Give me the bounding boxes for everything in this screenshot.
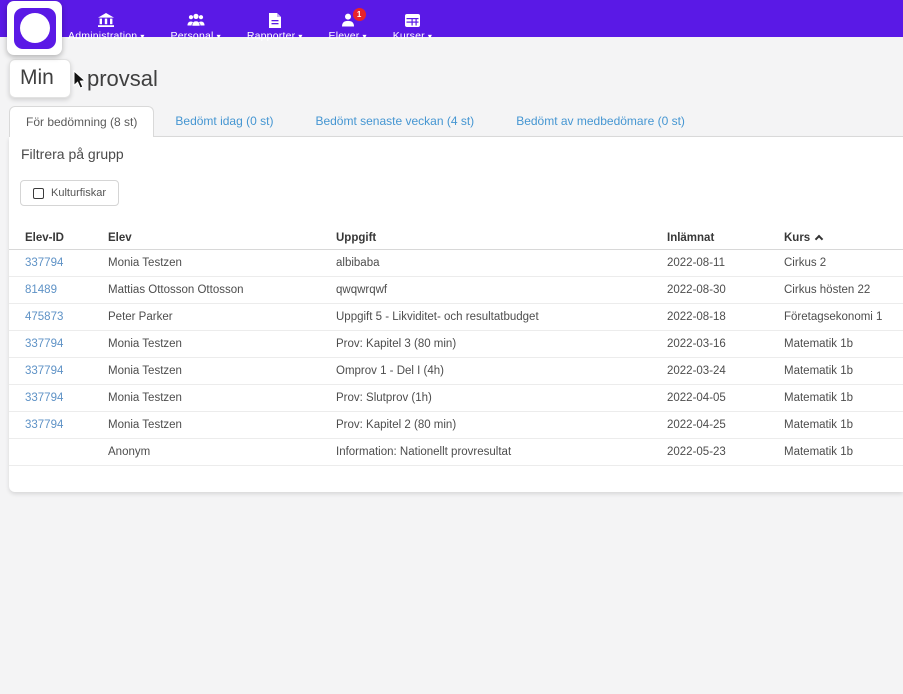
inlamnat-cell: 2022-08-11 xyxy=(667,257,784,269)
elev-id-link[interactable]: 337794 xyxy=(25,419,63,431)
logo-circle-icon xyxy=(20,13,50,43)
menu-item-kurser[interactable]: Kurser▾ xyxy=(383,9,442,46)
col-header-uppgift[interactable]: Uppgift xyxy=(336,232,667,244)
page-title: provsal xyxy=(87,66,158,92)
chevron-down-icon: ▾ xyxy=(140,32,144,41)
chevron-down-icon: ▾ xyxy=(217,32,221,41)
kurs-cell: Matematik 1b xyxy=(784,365,903,377)
col-header-elev[interactable]: Elev xyxy=(108,232,336,244)
elev-name: Mattias Ottosson Ottosson xyxy=(108,284,336,296)
title-word-highlight-box: Min xyxy=(9,59,71,98)
elev-name: Monia Testzen xyxy=(108,257,336,269)
uppgift-cell: Uppgift 5 - Likviditet- och resultatbudg… xyxy=(336,311,667,323)
elev-id-link[interactable]: 337794 xyxy=(25,392,63,404)
uppgift-cell: Prov: Kapitel 2 (80 min) xyxy=(336,419,667,431)
app-logo[interactable] xyxy=(7,1,62,55)
table-header-row: Elev-ID Elev Uppgift Inlämnat Kurs xyxy=(9,226,903,250)
uppgift-cell: Information: Nationellt provresultat xyxy=(336,446,667,458)
inlamnat-cell: 2022-05-23 xyxy=(667,446,784,458)
uppgift-cell: qwqwrqwf xyxy=(336,284,667,296)
people-icon xyxy=(187,13,205,28)
table-row[interactable]: 81489 Mattias Ottosson Ottosson qwqwrqwf… xyxy=(9,277,903,304)
inlamnat-cell: 2022-03-16 xyxy=(667,338,784,350)
uppgift-cell: albibaba xyxy=(336,257,667,269)
chevron-down-icon: ▾ xyxy=(428,32,432,41)
elev-id-link[interactable]: 475873 xyxy=(25,311,63,323)
elev-id-link[interactable]: 337794 xyxy=(25,365,63,377)
inlamnat-cell: 2022-04-05 xyxy=(667,392,784,404)
elev-name: Anonym xyxy=(108,446,336,458)
checkbox-icon[interactable] xyxy=(33,188,44,199)
table-row[interactable]: 337794 Monia Testzen Prov: Kapitel 2 (80… xyxy=(9,412,903,439)
logo-square xyxy=(14,8,56,49)
elev-name: Peter Parker xyxy=(108,311,336,323)
person-icon: 1 xyxy=(341,13,355,28)
tab-for-bedomning[interactable]: För bedömning (8 st) xyxy=(9,106,154,137)
menu-label: Elever▾ xyxy=(329,30,367,42)
tab-bedomt-av-medbedomare[interactable]: Bedömt av medbedömare (0 st) xyxy=(495,106,706,136)
kurs-cell: Matematik 1b xyxy=(784,446,903,458)
tab-bar: För bedömning (8 st) Bedömt idag (0 st) … xyxy=(9,106,903,137)
elev-name: Monia Testzen xyxy=(108,338,336,350)
chevron-down-icon: ▾ xyxy=(363,32,367,41)
main-menu: Administration▾ Personal▾ Rapporter▾ xyxy=(58,9,442,46)
menu-label: Rapporter▾ xyxy=(247,30,303,42)
uppgift-cell: Prov: Slutprov (1h) xyxy=(336,392,667,404)
elev-id-link[interactable]: 337794 xyxy=(25,338,63,350)
filter-heading: Filtrera på grupp xyxy=(21,146,124,162)
elev-name: Monia Testzen xyxy=(108,419,336,431)
uppgift-cell: Omprov 1 - Del I (4h) xyxy=(336,365,667,377)
notification-badge: 1 xyxy=(353,8,366,21)
kurs-cell: Företagsekonomi 1 xyxy=(784,311,903,323)
table-row[interactable]: Anonym Information: Nationellt provresul… xyxy=(9,439,903,466)
menu-label: Personal▾ xyxy=(171,30,221,42)
inlamnat-cell: 2022-08-30 xyxy=(667,284,784,296)
col-header-inlamnat[interactable]: Inlämnat xyxy=(667,232,784,244)
inlamnat-cell: 2022-08-18 xyxy=(667,311,784,323)
menu-item-administration[interactable]: Administration▾ xyxy=(58,9,155,46)
tab-bedomt-idag[interactable]: Bedömt idag (0 st) xyxy=(154,106,294,136)
sort-ascending-icon xyxy=(815,235,823,243)
chevron-down-icon: ▾ xyxy=(298,32,302,41)
kurs-cell: Cirkus hösten 22 xyxy=(784,284,903,296)
inlamnat-cell: 2022-03-24 xyxy=(667,365,784,377)
kurs-cell: Matematik 1b xyxy=(784,392,903,404)
tab-bedomt-senaste-veckan[interactable]: Bedömt senaste veckan (4 st) xyxy=(294,106,495,136)
menu-label: Administration▾ xyxy=(68,30,145,42)
kurs-cell: Matematik 1b xyxy=(784,419,903,431)
elev-name: Monia Testzen xyxy=(108,365,336,377)
group-filter-button-kulturfiskar[interactable]: Kulturfiskar xyxy=(20,180,119,206)
menu-item-rapporter[interactable]: Rapporter▾ xyxy=(237,9,313,46)
submissions-table: Elev-ID Elev Uppgift Inlämnat Kurs 33779… xyxy=(9,226,903,466)
menu-item-personal[interactable]: Personal▾ xyxy=(161,9,231,46)
document-icon xyxy=(269,13,281,28)
table-row[interactable]: 337794 Monia Testzen Prov: Slutprov (1h)… xyxy=(9,385,903,412)
col-header-elev-id[interactable]: Elev-ID xyxy=(25,232,108,244)
inlamnat-cell: 2022-04-25 xyxy=(667,419,784,431)
menu-label: Kurser▾ xyxy=(393,30,432,42)
kurs-cell: Matematik 1b xyxy=(784,338,903,350)
table-row[interactable]: 475873 Peter Parker Uppgift 5 - Likvidit… xyxy=(9,304,903,331)
table-row[interactable]: 337794 Monia Testzen albibaba 2022-08-11… xyxy=(9,250,903,277)
grid-icon xyxy=(405,13,420,28)
menu-item-elever[interactable]: 1 Elever▾ xyxy=(319,9,377,46)
table-row[interactable]: 337794 Monia Testzen Omprov 1 - Del I (4… xyxy=(9,358,903,385)
bank-icon xyxy=(98,13,114,28)
col-header-kurs[interactable]: Kurs xyxy=(784,232,903,244)
uppgift-cell: Prov: Kapitel 3 (80 min) xyxy=(336,338,667,350)
elev-id-link[interactable]: 337794 xyxy=(25,257,63,269)
group-filter-label: Kulturfiskar xyxy=(51,187,106,199)
table-row[interactable]: 337794 Monia Testzen Prov: Kapitel 3 (80… xyxy=(9,331,903,358)
elev-name: Monia Testzen xyxy=(108,392,336,404)
kurs-cell: Cirkus 2 xyxy=(784,257,903,269)
elev-id-link[interactable]: 81489 xyxy=(25,284,57,296)
assessment-panel: Filtrera på grupp Kulturfiskar Elev-ID E… xyxy=(9,137,903,492)
mouse-cursor-icon xyxy=(73,70,86,89)
